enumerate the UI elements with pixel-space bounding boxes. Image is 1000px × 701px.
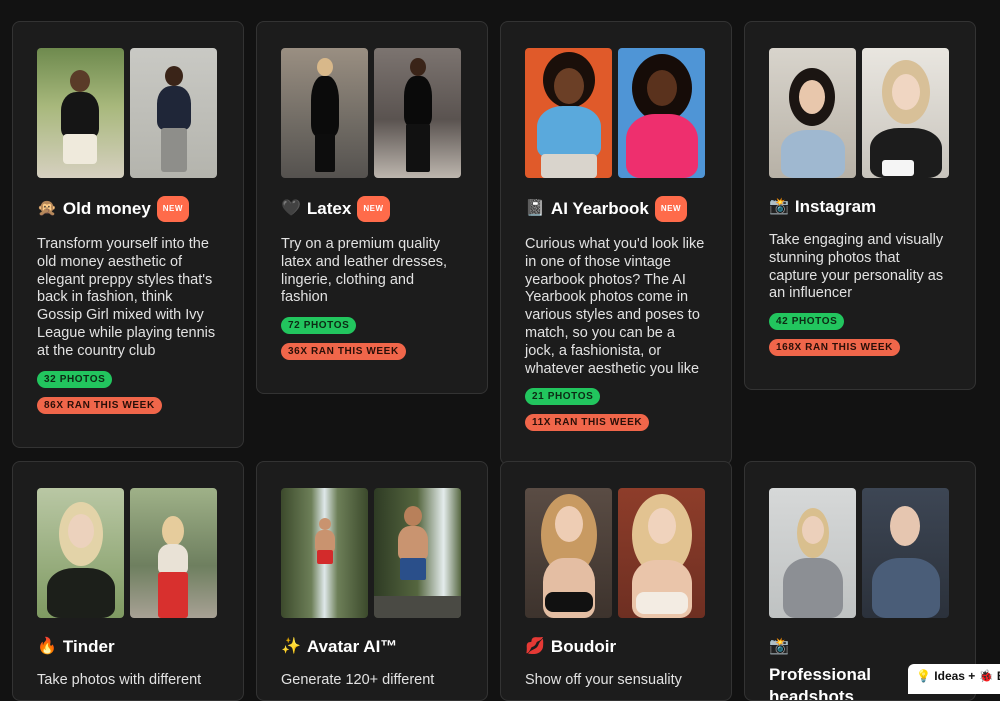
- card-emoji-icon: 📸: [769, 198, 789, 215]
- new-badge: NEW: [156, 196, 189, 222]
- card-title: ✨ Avatar AI™: [281, 636, 463, 658]
- card-emoji-icon: 🙊: [37, 200, 57, 217]
- thumbnail-image: [769, 48, 856, 178]
- thumbnail-image: [281, 48, 368, 178]
- thumbnail-image: [618, 488, 705, 618]
- photo-count-badge: 42 PHOTOS: [769, 313, 845, 331]
- thumbnail-image: [618, 48, 705, 178]
- card-thumbnails: [525, 488, 707, 618]
- card-title-text: Boudoir: [550, 637, 617, 656]
- card-latex[interactable]: 🖤 Latex NEW Try on a premium quality lat…: [256, 21, 488, 395]
- thumbnail-image: [130, 488, 217, 618]
- card-emoji-icon: 📸: [769, 638, 789, 655]
- card-title: 📸 Instagram: [769, 196, 951, 218]
- card-title: 💋 Boudoir: [525, 636, 707, 658]
- thumbnail-image: [374, 48, 461, 178]
- thumbnail-image: [37, 48, 124, 178]
- card-description: Curious what you'd look like in one of t…: [525, 236, 705, 377]
- style-grid: 🙊 Old money NEW Transform yourself into …: [12, 21, 978, 466]
- new-badge: NEW: [357, 196, 390, 222]
- photo-count-badge: 32 PHOTOS: [37, 370, 113, 388]
- card-thumbnails: [525, 48, 707, 178]
- thumbnail-image: [374, 488, 461, 618]
- thumbnail-image: [130, 48, 217, 178]
- card-emoji-icon: 💋: [525, 638, 545, 655]
- feedback-button[interactable]: 💡 Ideas + 🐞 Bugs: [908, 664, 1000, 694]
- card-old-money[interactable]: 🙊 Old money NEW Transform yourself into …: [12, 21, 244, 448]
- card-title-text: Old money: [62, 199, 151, 218]
- card-thumbnails: [769, 488, 951, 618]
- photo-count-badge: 21 PHOTOS: [525, 388, 601, 406]
- card-emoji-icon: ✨: [281, 638, 301, 655]
- thumbnail-image: [862, 488, 949, 618]
- thumbnail-image: [769, 488, 856, 618]
- card-title: 📓 AI Yearbook NEW: [525, 196, 707, 222]
- run-count-badge: 168X RAN THIS WEEK: [769, 339, 900, 357]
- thumbnail-image: [37, 488, 124, 618]
- card-thumbnails: [281, 488, 463, 618]
- style-grid-row-2: 🔥 Tinder Take photos with different ✨ Av…: [12, 461, 978, 701]
- card-description: Try on a premium quality latex and leath…: [281, 236, 448, 306]
- card-description: Generate 120+ different: [281, 672, 435, 688]
- thumbnail-image: [525, 48, 612, 178]
- card-thumbnails: [37, 488, 219, 618]
- card-boudoir[interactable]: 💋 Boudoir Show off your sensuality: [500, 461, 732, 701]
- card-title: 🖤 Latex NEW: [281, 196, 463, 222]
- card-description: Take engaging and visually stunning phot…: [769, 232, 944, 302]
- run-count-badge: 86X RAN THIS WEEK: [37, 396, 162, 414]
- run-count-badge: 36X RAN THIS WEEK: [281, 343, 406, 361]
- card-ai-yearbook[interactable]: 📓 AI Yearbook NEW Curious what you'd loo…: [500, 21, 732, 466]
- card-instagram[interactable]: 📸 Instagram Take engaging and visually s…: [744, 21, 976, 391]
- card-title-text: Avatar AI™: [306, 637, 398, 656]
- photo-count-badge: 72 PHOTOS: [281, 317, 357, 335]
- card-title-text: AI Yearbook: [550, 199, 649, 218]
- card-title: 🔥 Tinder: [37, 636, 219, 658]
- card-emoji-icon: 📓: [525, 200, 545, 217]
- run-count-badge: 11X RAN THIS WEEK: [525, 414, 650, 432]
- card-description: Show off your sensuality: [525, 672, 682, 688]
- card-emoji-icon: 🖤: [281, 200, 301, 217]
- card-description: Take photos with different: [37, 672, 202, 688]
- card-title: 🙊 Old money NEW: [37, 196, 219, 222]
- thumbnail-image: [281, 488, 368, 618]
- card-thumbnails: [281, 48, 463, 178]
- card-tinder[interactable]: 🔥 Tinder Take photos with different: [12, 461, 244, 701]
- card-title-text: Latex: [306, 199, 352, 218]
- new-badge: NEW: [654, 196, 688, 222]
- thumbnail-image: [862, 48, 949, 178]
- card-description: Transform yourself into the old money ae…: [37, 236, 216, 359]
- card-emoji-icon: 🔥: [37, 638, 57, 655]
- card-avatar-ai[interactable]: ✨ Avatar AI™ Generate 120+ different: [256, 461, 488, 701]
- card-title-text: Tinder: [62, 637, 115, 656]
- card-title-text: Instagram: [794, 197, 877, 216]
- thumbnail-image: [525, 488, 612, 618]
- card-thumbnails: [769, 48, 951, 178]
- card-thumbnails: [37, 48, 219, 178]
